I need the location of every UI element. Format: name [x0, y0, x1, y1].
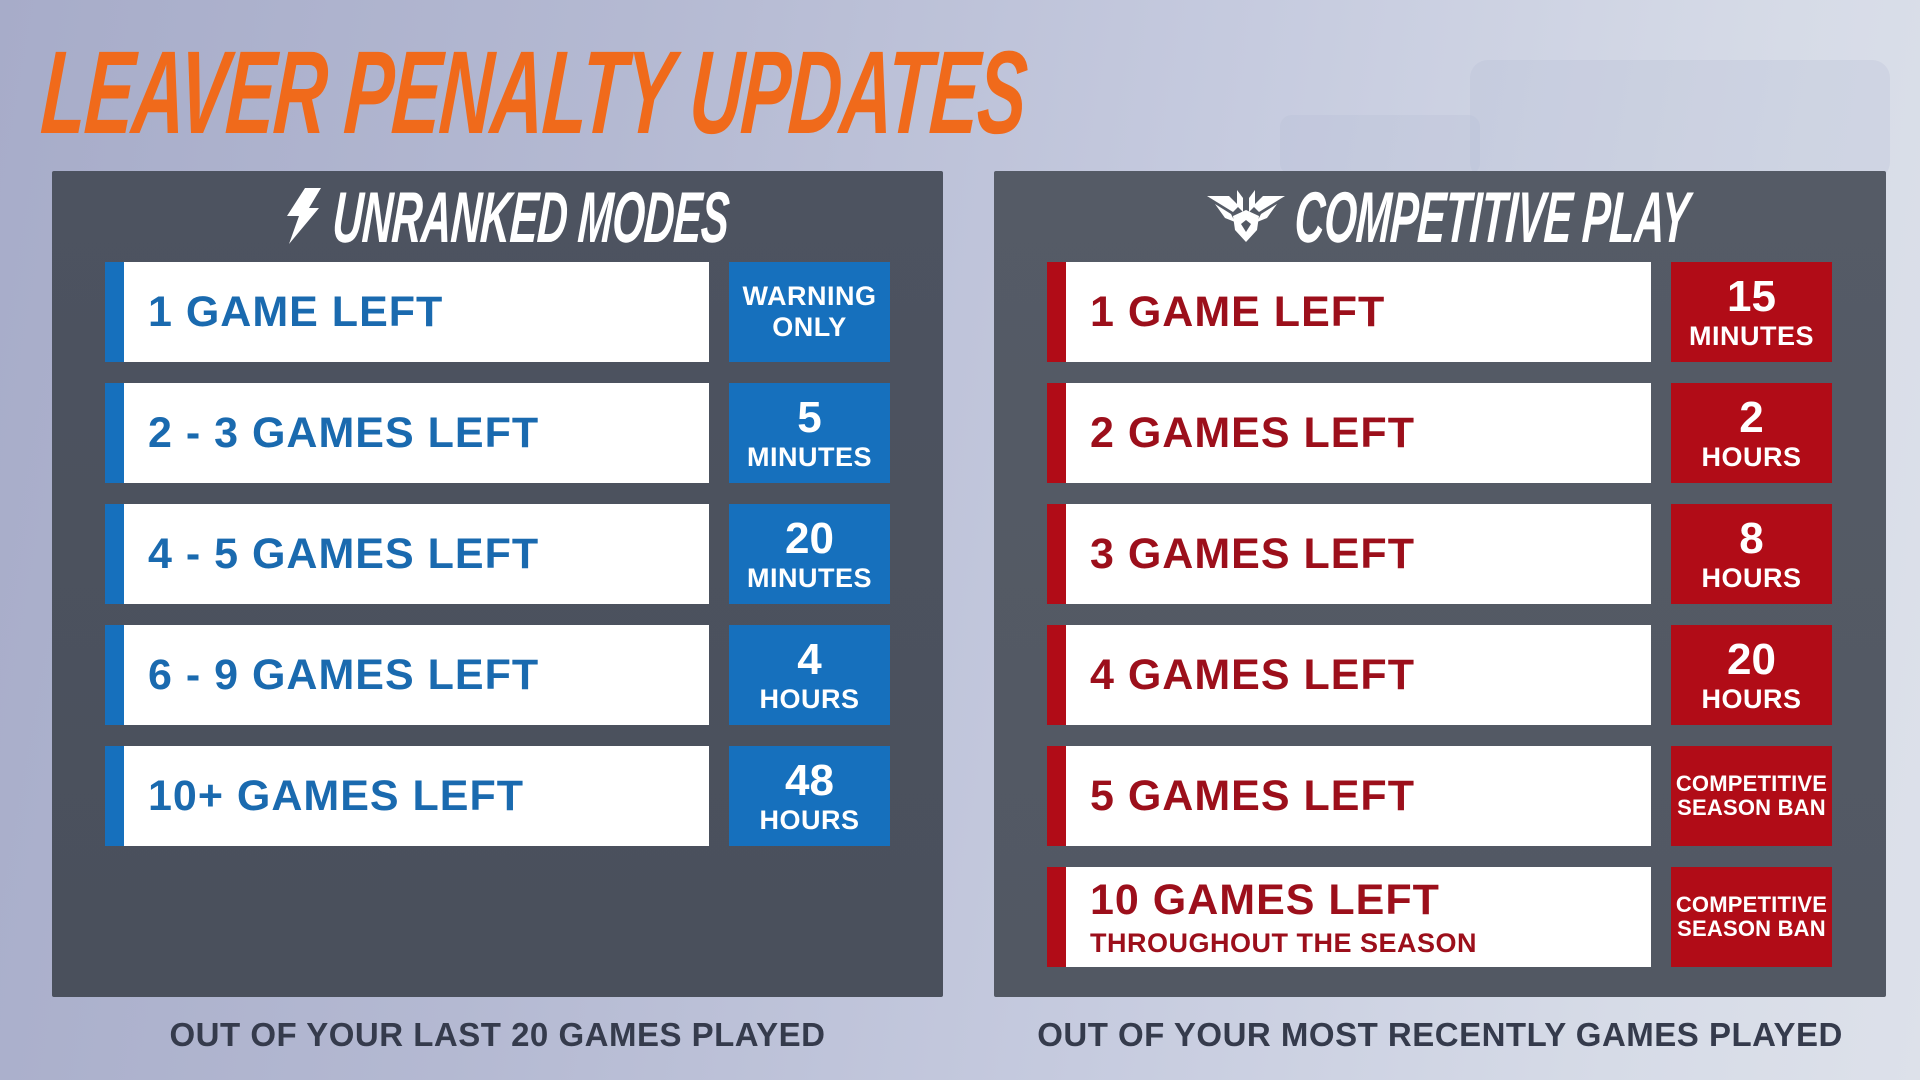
- penalty-line2: ONLY: [772, 312, 847, 342]
- unranked-footer-note: OUT OF YOUR LAST 20 GAMES PLAYED: [169, 1016, 826, 1053]
- unranked-penalty-list: 1 GAME LEFT WARNING ONLY 2 - 3 GAMES LEF…: [105, 262, 890, 867]
- penalty-row: 4 - 5 GAMES LEFT 20 MINUTES: [105, 504, 890, 604]
- competitive-penalty-list: 1 GAME LEFT 15 MINUTES 2 GAMES LEFT 2 HO…: [1047, 262, 1832, 988]
- penalty-badge: 15 MINUTES: [1671, 262, 1832, 362]
- unranked-heading-text: UNRANKED MODES: [330, 178, 731, 258]
- lightning-bolt-icon: [283, 187, 323, 249]
- row-accent-stripe: [1047, 383, 1066, 483]
- penalty-value: 5: [797, 392, 822, 442]
- row-accent-stripe: [1047, 504, 1066, 604]
- page-title: LEAVER PENALTY UPDATES: [37, 27, 1030, 159]
- background-decoration: [1280, 115, 1480, 175]
- row-accent-stripe: [105, 746, 124, 846]
- competitive-heading-text: COMPETITIVE PLAY: [1292, 178, 1692, 258]
- penalty-line1: COMPETITIVE: [1675, 770, 1828, 796]
- games-left-label: 4 - 5 GAMES LEFT: [148, 529, 540, 578]
- background-decoration: [1470, 60, 1890, 180]
- games-left-label: 10+ GAMES LEFT: [148, 771, 524, 820]
- penalty-row: 1 GAME LEFT WARNING ONLY: [105, 262, 890, 362]
- penalty-badge: WARNING ONLY: [729, 262, 890, 362]
- competitive-footer-note: OUT OF YOUR MOST RECENTLY GAMES PLAYED: [1037, 1016, 1843, 1053]
- games-left-label: 6 - 9 GAMES LEFT: [148, 650, 540, 699]
- penalty-unit: HOURS: [759, 804, 860, 835]
- row-accent-stripe: [1047, 746, 1066, 846]
- penalty-row: 2 - 3 GAMES LEFT 5 MINUTES: [105, 383, 890, 483]
- penalty-row: 6 - 9 GAMES LEFT 4 HOURS: [105, 625, 890, 725]
- row-accent-stripe: [1047, 625, 1066, 725]
- row-accent-stripe: [1047, 867, 1066, 967]
- games-left-label: 2 GAMES LEFT: [1090, 408, 1415, 457]
- penalty-badge: 20 MINUTES: [729, 504, 890, 604]
- penalty-badge: 20 HOURS: [1671, 625, 1832, 725]
- penalty-line1: COMPETITIVE: [1675, 891, 1828, 917]
- penalty-row: 10+ GAMES LEFT 48 HOURS: [105, 746, 890, 846]
- games-left-label: 3 GAMES LEFT: [1090, 529, 1415, 578]
- games-left-label: 4 GAMES LEFT: [1090, 650, 1415, 699]
- penalty-badge: COMPETITIVE SEASON BAN: [1671, 867, 1832, 967]
- row-accent-stripe: [105, 504, 124, 604]
- unranked-heading: UNRANKED MODES: [52, 178, 943, 258]
- penalty-row: 3 GAMES LEFT 8 HOURS: [1047, 504, 1832, 604]
- penalty-value: 15: [1727, 271, 1776, 321]
- penalty-badge: 48 HOURS: [729, 746, 890, 846]
- row-accent-stripe: [1047, 262, 1066, 362]
- penalty-value: 4: [797, 634, 822, 684]
- penalty-row: 2 GAMES LEFT 2 HOURS: [1047, 383, 1832, 483]
- games-left-label: 2 - 3 GAMES LEFT: [148, 408, 540, 457]
- penalty-unit: MINUTES: [747, 441, 872, 472]
- penalty-unit: HOURS: [759, 683, 860, 714]
- games-left-label: 10 GAMES LEFT: [1090, 876, 1440, 924]
- penalty-value: 20: [1727, 634, 1776, 684]
- penalty-badge: 5 MINUTES: [729, 383, 890, 483]
- penalty-unit: HOURS: [1701, 683, 1802, 714]
- penalty-row: 1 GAME LEFT 15 MINUTES: [1047, 262, 1832, 362]
- competitive-heading: COMPETITIVE PLAY: [994, 178, 1886, 258]
- penalty-row: 5 GAMES LEFT COMPETITIVE SEASON BAN: [1047, 746, 1832, 846]
- penalty-line1: WARNING: [742, 280, 877, 311]
- penalty-unit: HOURS: [1701, 441, 1802, 472]
- penalty-badge: 8 HOURS: [1671, 504, 1832, 604]
- penalty-badge: COMPETITIVE SEASON BAN: [1671, 746, 1832, 846]
- penalty-value: 20: [785, 513, 834, 563]
- row-accent-stripe: [105, 262, 124, 362]
- penalty-value: 48: [785, 755, 834, 805]
- penalty-badge: 4 HOURS: [729, 625, 890, 725]
- penalty-unit: HOURS: [1701, 562, 1802, 593]
- penalty-row: 4 GAMES LEFT 20 HOURS: [1047, 625, 1832, 725]
- penalty-row: 10 GAMES LEFT THROUGHOUT THE SEASON COMP…: [1047, 867, 1832, 967]
- games-left-sublabel: THROUGHOUT THE SEASON: [1090, 928, 1478, 958]
- penalty-line2: SEASON BAN: [1677, 916, 1826, 941]
- games-left-label: 1 GAME LEFT: [1090, 287, 1386, 336]
- games-left-label: 1 GAME LEFT: [148, 287, 444, 336]
- penalty-line2: SEASON BAN: [1677, 795, 1826, 820]
- penalty-value: 8: [1739, 513, 1764, 563]
- penalty-unit: MINUTES: [747, 562, 872, 593]
- games-left-label: 5 GAMES LEFT: [1090, 771, 1415, 820]
- penalty-unit: MINUTES: [1689, 320, 1814, 351]
- competitive-panel: COMPETITIVE PLAY 1 GAME LEFT 15 MINUTES …: [994, 171, 1886, 997]
- row-accent-stripe: [105, 625, 124, 725]
- competitive-emblem-icon: [1207, 189, 1285, 247]
- row-accent-stripe: [105, 383, 124, 483]
- penalty-badge: 2 HOURS: [1671, 383, 1832, 483]
- unranked-panel: UNRANKED MODES 1 GAME LEFT WARNING ONLY …: [52, 171, 943, 997]
- penalty-value: 2: [1739, 392, 1764, 442]
